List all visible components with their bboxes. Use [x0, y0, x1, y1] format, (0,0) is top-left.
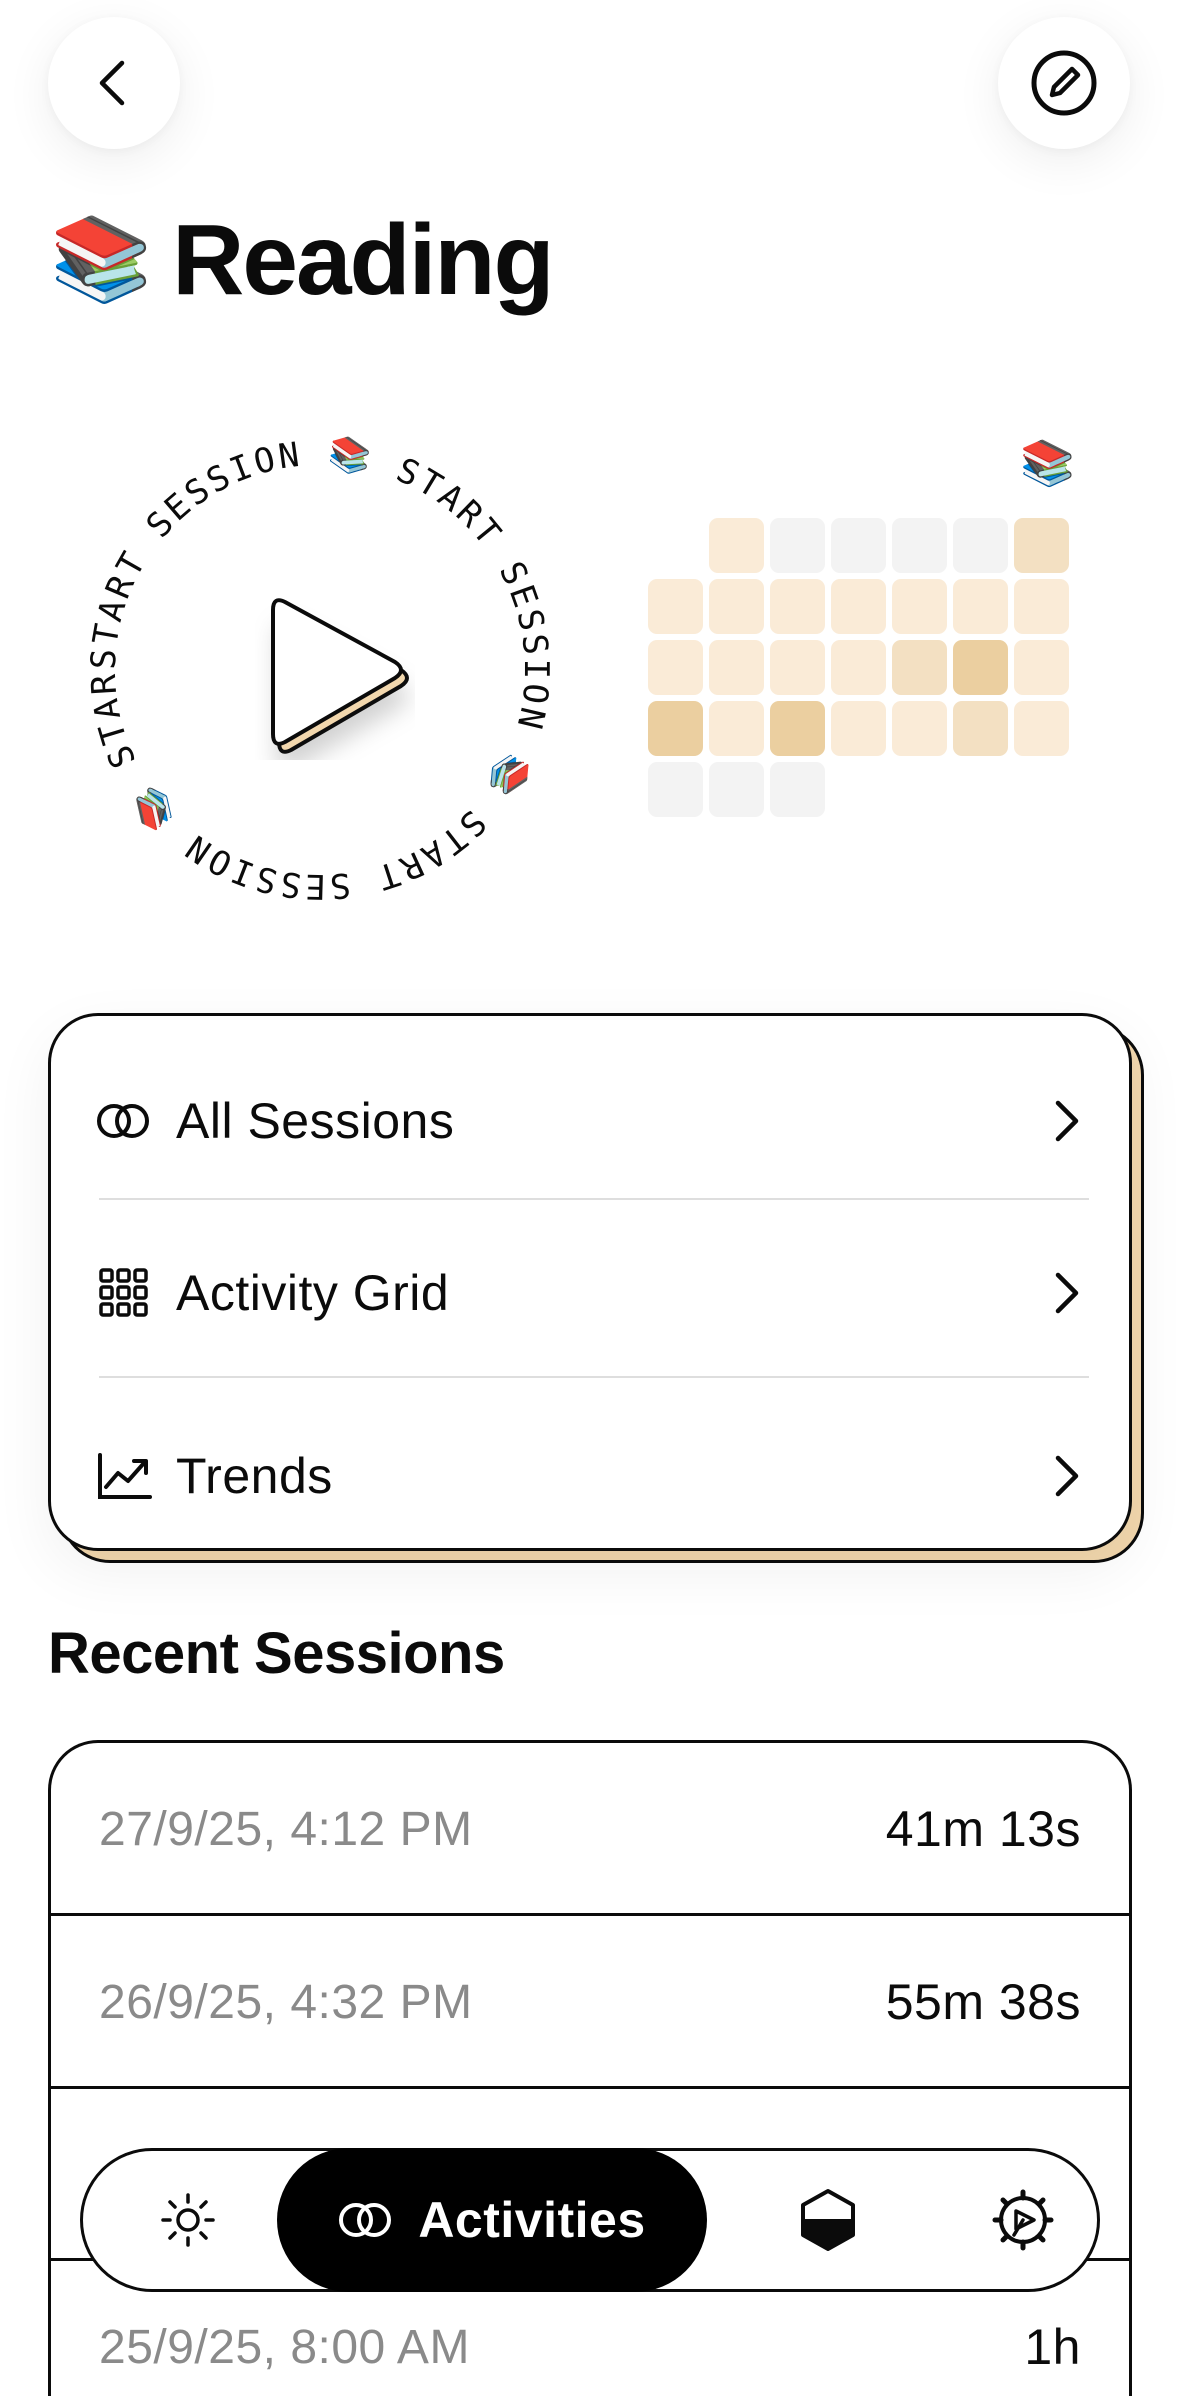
sessions-icon: [96, 1093, 152, 1149]
bottom-tab-bar: Activities: [80, 2148, 1100, 2292]
grid-cell: [892, 518, 947, 573]
grid-cell: [892, 579, 947, 634]
session-row[interactable]: 27/9/25, 4:12 PM 41m 13s: [51, 1743, 1129, 1915]
tab-activities[interactable]: Activities: [277, 2148, 707, 2292]
grid-cell: [1014, 701, 1069, 756]
grid-cell: [770, 701, 825, 756]
chevron-right-icon: [1046, 1448, 1086, 1504]
chevron-right-icon: [1046, 1093, 1086, 1149]
session-date: 27/9/25, 4:12 PM: [99, 1802, 473, 1856]
tab-settings[interactable]: [958, 2151, 1088, 2289]
edit-button[interactable]: [998, 17, 1130, 149]
nav-item-trends[interactable]: Trends: [96, 1416, 1086, 1536]
grid-cell: [953, 640, 1008, 695]
grid-cell: [709, 518, 764, 573]
books-emoji-icon: 📚: [50, 214, 153, 305]
grid-cell: [953, 579, 1008, 634]
grid-cell: [770, 762, 825, 817]
grid-cell: [953, 701, 1008, 756]
back-button[interactable]: [48, 17, 180, 149]
grid-books-emoji-icon: 📚: [1020, 439, 1075, 488]
sun-icon: [161, 2193, 215, 2247]
grid-cell: [648, 762, 703, 817]
grid-cell: [709, 701, 764, 756]
grid-cell: [648, 640, 703, 695]
grid-cell: [831, 701, 886, 756]
recent-sessions-title: Recent Sessions: [48, 1621, 505, 1686]
grid-cell: [709, 640, 764, 695]
grid-cell: [1014, 640, 1069, 695]
nav-item-label: Activity Grid: [176, 1265, 450, 1321]
nav-item-label: All Sessions: [176, 1093, 455, 1149]
grid-cell: [770, 640, 825, 695]
page-title: 📚 Reading: [50, 200, 555, 320]
grid-cell: [770, 579, 825, 634]
chevron-left-icon: [99, 60, 125, 106]
settings-gear-icon: [992, 2189, 1054, 2251]
activity-mini-grid[interactable]: [648, 518, 1074, 818]
hexagon-half-icon: [801, 2189, 855, 2251]
session-date: 26/9/25, 4:32 PM: [99, 1975, 473, 2029]
activity-title: Reading: [172, 203, 554, 316]
grid-cell: [648, 701, 703, 756]
divider: [99, 1376, 1089, 1378]
chevron-right-icon: [1046, 1265, 1086, 1321]
grid-cell: [648, 579, 703, 634]
nav-card: All Sessions Activity Grid Trends: [48, 1013, 1132, 1551]
grid-cell: [953, 518, 1008, 573]
grid-cell: [1014, 518, 1069, 573]
start-session-button[interactable]: START SESSION 📚 START SESSION 📚 START SE…: [80, 430, 560, 910]
grid-cell: [709, 579, 764, 634]
tab-stats[interactable]: [763, 2151, 893, 2289]
sessions-icon: [339, 2203, 392, 2237]
trend-chart-icon: [96, 1448, 152, 1504]
grid-cell: [770, 518, 825, 573]
session-date: 25/9/25, 8:00 AM: [99, 2320, 470, 2374]
nav-item-all-sessions[interactable]: All Sessions: [96, 1061, 1086, 1181]
divider: [99, 1198, 1089, 1200]
grid-cell: [831, 579, 886, 634]
nav-item-activity-grid[interactable]: Activity Grid: [96, 1233, 1086, 1353]
grid-cell: [831, 640, 886, 695]
session-duration: 41m 13s: [885, 1801, 1081, 1857]
grid-cell: [831, 518, 886, 573]
session-duration: 1h: [1024, 2319, 1081, 2375]
tab-today[interactable]: [123, 2151, 253, 2289]
grid-cell: [709, 762, 764, 817]
grid-cell: [1014, 579, 1069, 634]
pencil-circle-icon: [1031, 50, 1097, 116]
grid-cell: [892, 640, 947, 695]
recent-sessions-list: 27/9/25, 4:12 PM 41m 13s 26/9/25, 4:32 P…: [48, 1740, 1132, 2396]
grid-cell: [892, 701, 947, 756]
nav-item-label: Trends: [176, 1448, 333, 1504]
tab-activities-label: Activities: [418, 2192, 646, 2248]
play-icon: [271, 598, 409, 754]
session-row[interactable]: 26/9/25, 4:32 PM 55m 38s: [51, 1916, 1129, 2088]
grid-icon: [96, 1265, 152, 1321]
session-duration: 55m 38s: [885, 1974, 1081, 2030]
activity-detail-screen: 📚 Reading START SESSION 📚 START SESSION …: [0, 0, 1179, 2396]
